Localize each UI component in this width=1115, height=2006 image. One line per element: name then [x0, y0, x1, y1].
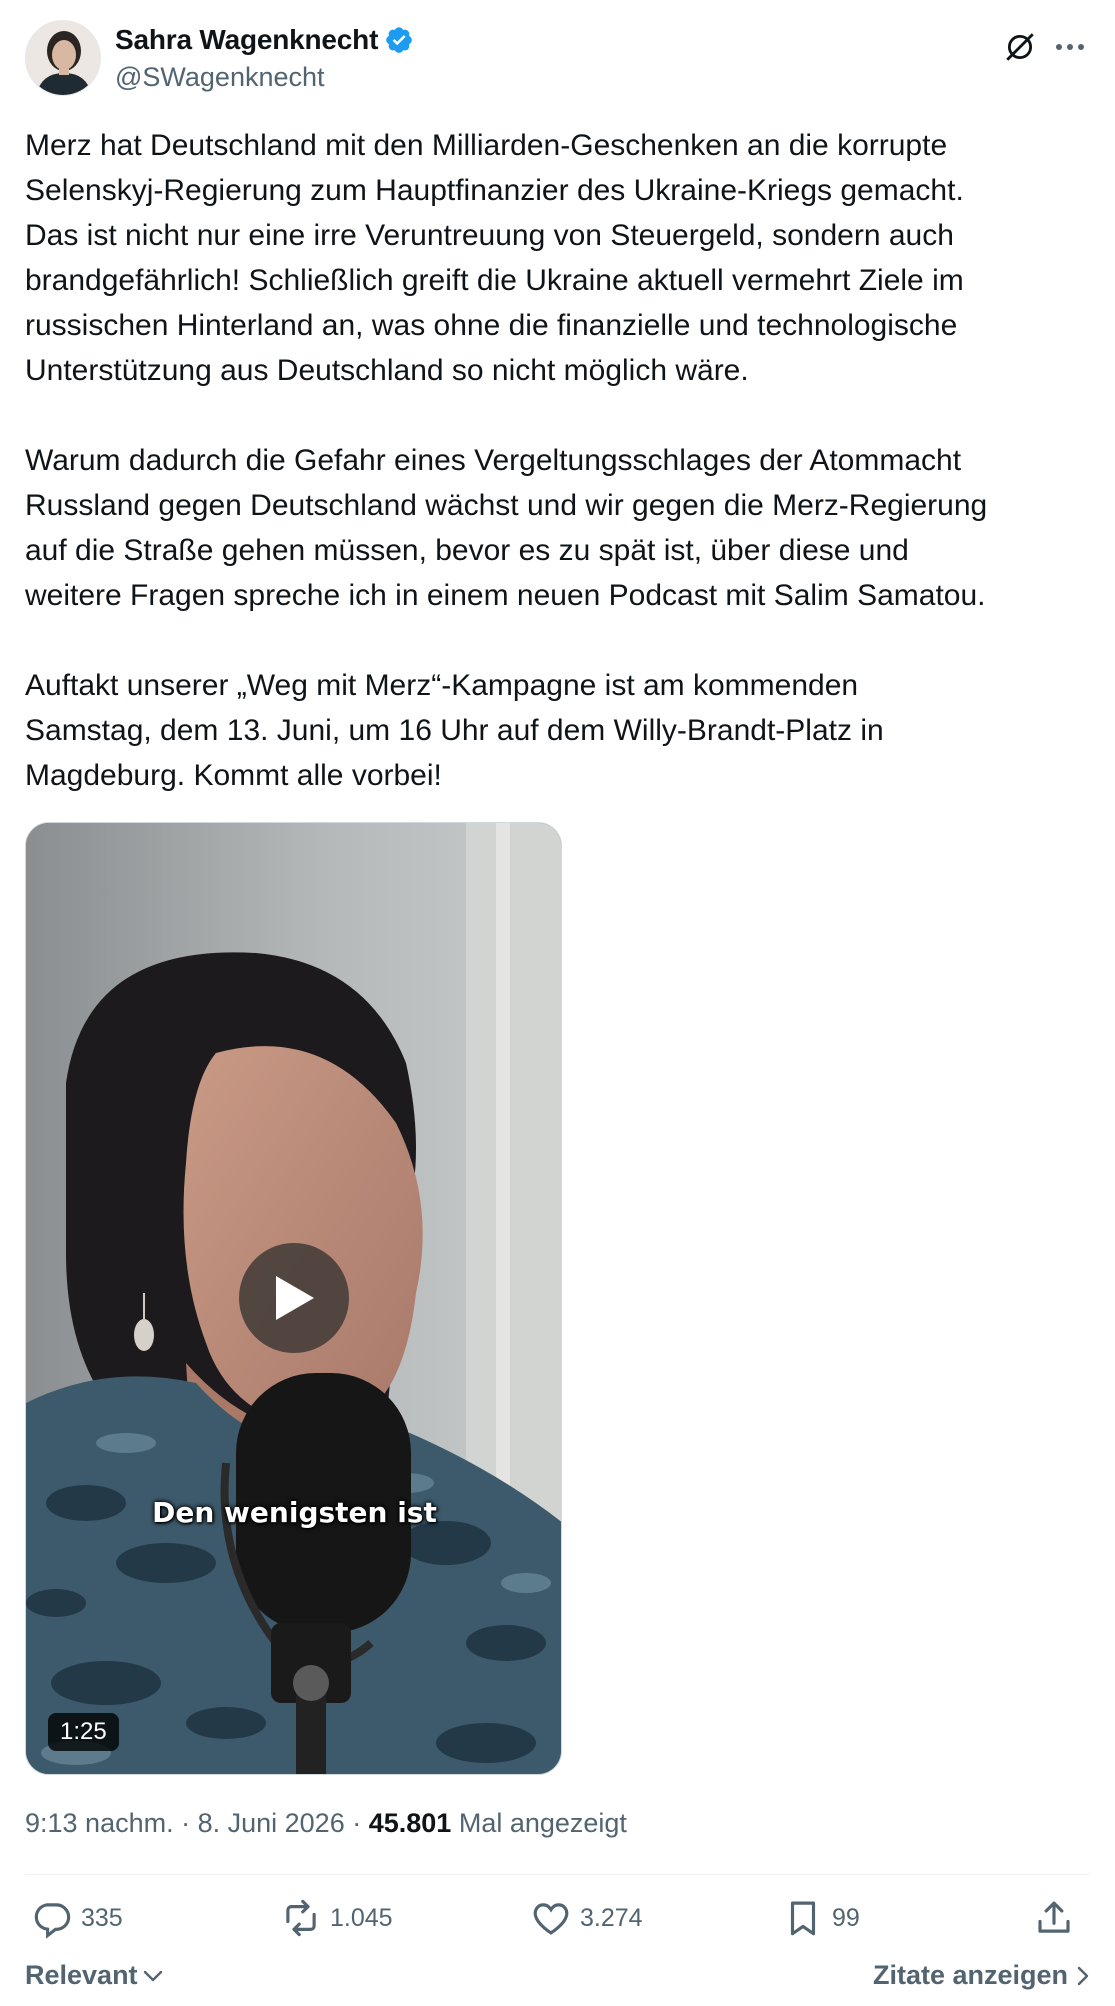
tweet-line: brandgefährlich! Schließlich greift die … [25, 264, 964, 297]
tweet-line: Das ist nicht nur eine irre Veruntreuung… [25, 219, 954, 252]
share-button[interactable] [1033, 1893, 1083, 1943]
chevron-right-icon [1077, 1966, 1089, 1985]
tweet-line: Auftakt unserer „Weg mit Merz“-Kampagne … [25, 669, 859, 702]
reply-icon [34, 1903, 71, 1939]
sort-replies-dropdown[interactable]: Relevant [25, 1960, 164, 1991]
quotes-label: Zitate anzeigen [872, 1960, 1068, 1990]
tweet-time[interactable]: 9:13 nachm. [25, 1808, 174, 1838]
tweet-meta: 9:13 nachm. · 8. Juni 2026 · 45.801 Mal … [25, 1808, 627, 1839]
video-player[interactable]: Den wenigsten ist 1:25 [25, 822, 562, 1775]
share-icon [1038, 1901, 1070, 1933]
author-display-name[interactable]: Sahra Wagenknecht [115, 24, 378, 56]
bookmark-icon [790, 1901, 816, 1936]
video-caption: Den wenigsten ist [152, 1496, 437, 1529]
divider [25, 1874, 1090, 1875]
tweet-line: Warum dadurch die Gefahr eines Vergeltun… [25, 444, 962, 477]
grok-glyph [1006, 33, 1034, 61]
avatar[interactable] [25, 20, 101, 96]
tweet-line: weitere Fragen spreche ich in einem neue… [25, 579, 986, 612]
more-icon[interactable] [1049, 26, 1091, 68]
avatar-photo [26, 21, 100, 95]
like-count: 3.274 [580, 1903, 643, 1932]
repost-icon [286, 1899, 316, 1937]
more-dots [1056, 44, 1084, 50]
action-bar: 335 1.045 3.274 99 [25, 1893, 1090, 1943]
view-count: 45.801 [368, 1808, 452, 1838]
play-triangle [276, 1276, 314, 1320]
repost-button[interactable]: 1.045 [280, 1893, 393, 1943]
reply-button[interactable]: 335 [31, 1893, 123, 1943]
author-handle[interactable]: @SWagenknecht [115, 62, 325, 93]
chevron-down-icon [143, 1970, 162, 1981]
tweet-date[interactable]: 8. Juni 2026 [198, 1808, 345, 1838]
meta-separator: · [344, 1808, 369, 1838]
play-icon[interactable] [239, 1243, 349, 1353]
tweet-text: Merz hat Deutschland mit den Milliarden-… [25, 123, 1090, 798]
bookmark-button[interactable]: 99 [782, 1893, 860, 1943]
author-name-row: Sahra Wagenknecht [115, 24, 414, 56]
repost-count: 1.045 [330, 1903, 393, 1932]
view-count-label: Mal angezeigt [458, 1808, 627, 1838]
reply-count: 335 [81, 1903, 123, 1932]
sort-label: Relevant [25, 1960, 138, 1990]
tweet-line: Magdeburg. Kommt alle vorbei! [25, 759, 442, 792]
verified-badge-icon[interactable] [384, 25, 414, 55]
grok-icon[interactable] [999, 26, 1041, 68]
video-duration: 1:25 [48, 1713, 119, 1751]
tweet-line: russischen Hinterland an, was ohne die f… [25, 309, 958, 342]
bookmark-count: 99 [832, 1903, 860, 1932]
like-button[interactable]: 3.274 [530, 1893, 643, 1943]
tweet-line: Russland gegen Deutschland wächst und wi… [25, 489, 988, 522]
tweet-line: auf die Straße gehen müssen, bevor es zu… [25, 534, 909, 567]
view-quotes-link[interactable]: Zitate anzeigen [873, 1960, 1090, 1991]
tweet-line: Unterstützung aus Deutschland so nicht m… [25, 354, 749, 387]
meta-separator: · [173, 1808, 198, 1838]
tweet-header: Sahra Wagenknecht @SWagenknecht [25, 20, 1090, 100]
replies-footer: Relevant Zitate anzeigen [25, 1960, 1090, 2000]
tweet-line: Samstag, dem 13. Juni, um 16 Uhr auf dem… [25, 714, 884, 747]
tweet-line: Selenskyj-Regierung zum Hauptfinanzier d… [25, 174, 964, 207]
heart-icon [533, 1903, 569, 1935]
tweet-line: Merz hat Deutschland mit den Milliarden-… [25, 129, 948, 162]
